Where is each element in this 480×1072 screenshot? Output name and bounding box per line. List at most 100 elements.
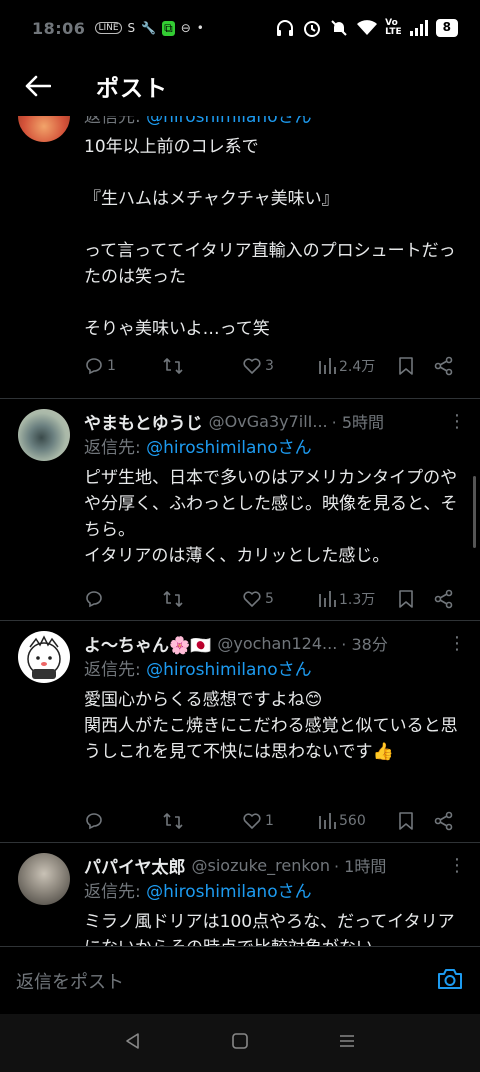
author-name[interactable]: よ〜ちゃん🌸🇯🇵	[84, 631, 211, 656]
reply-tweet[interactable]: やまもとゆうじ @OvGa3y7ilI... · 5時間 ⋮ 返信先: @hir…	[0, 399, 480, 619]
bookmark-icon	[399, 357, 413, 375]
wifi-icon	[357, 20, 378, 35]
views-chart-icon	[319, 358, 336, 374]
like-button[interactable]: 3	[242, 357, 274, 375]
reply-tweet[interactable]: パパイヤ太郎 @siozuke_renkon · 1時間 ⋮ 返信先: @hir…	[0, 843, 480, 946]
tool-notif-icon: 🔧	[141, 21, 157, 35]
views-count: 1.3万	[339, 592, 376, 608]
retweet-button[interactable]	[162, 589, 184, 609]
like-button[interactable]: 5	[242, 590, 274, 608]
retweet-button[interactable]	[162, 356, 184, 376]
sync-icon: ⊖	[180, 21, 191, 35]
reply-icon	[86, 813, 102, 830]
timestamp[interactable]: · 1時間	[334, 853, 386, 877]
retweet-icon	[163, 813, 183, 829]
author-handle[interactable]: @yochan124...	[217, 634, 337, 653]
reply-button[interactable]	[84, 589, 104, 609]
avatar[interactable]	[18, 116, 70, 142]
back-arrow-icon	[25, 75, 51, 97]
like-button[interactable]: 1	[242, 812, 274, 830]
notification-icons: LINE S 🔧 ⧉ ⊖ •	[95, 20, 204, 36]
views-button[interactable]: 2.4万	[318, 356, 375, 376]
timestamp[interactable]: · 38分	[341, 631, 388, 655]
reply-count: 1	[107, 358, 116, 374]
reply-to-link[interactable]: @hiroshimilanoさん	[146, 438, 311, 458]
reply-icon	[86, 591, 102, 608]
views-count: 2.4万	[339, 359, 376, 375]
top-bar: ポスト	[0, 56, 480, 116]
tweet-text: ピザ生地、日本で多いのはアメリカンタイプのやや分厚く、ふわっとした感じ。映像を見…	[84, 468, 458, 566]
bookmark-button[interactable]	[398, 589, 414, 609]
page-title: ポスト	[96, 76, 168, 102]
more-options-icon[interactable]: ⋮	[448, 633, 466, 654]
retweet-icon	[163, 358, 183, 374]
share-button[interactable]	[434, 589, 454, 609]
author-name[interactable]: パパイヤ太郎	[84, 853, 186, 878]
system-icons: Vo LTE 8	[275, 18, 458, 38]
like-count: 1	[265, 813, 274, 829]
nav-home-icon	[232, 1033, 248, 1049]
retweet-button[interactable]	[162, 811, 184, 831]
reply-icon	[86, 358, 102, 375]
system-nav-bar	[0, 1014, 480, 1072]
tweet-actions: 1 3 2.4万	[84, 352, 464, 380]
mute-bell-icon	[331, 20, 347, 36]
volte-icon: Vo LTE	[385, 18, 402, 37]
like-count: 5	[265, 591, 274, 607]
bookmark-button[interactable]	[398, 811, 414, 831]
timestamp[interactable]: · 5時間	[332, 409, 384, 433]
reply-to-line: 返信先: @hiroshimilanoさん	[84, 116, 464, 130]
avatar[interactable]	[18, 853, 70, 905]
nav-back-button[interactable]	[124, 1032, 142, 1054]
reply-to-link[interactable]: @hiroshimilanoさん	[146, 116, 311, 127]
heart-icon	[243, 358, 261, 374]
nav-menu-icon	[339, 1035, 354, 1047]
avatar[interactable]	[18, 409, 70, 461]
reply-tweet[interactable]: よ〜ちゃん🌸🇯🇵 @yochan124... · 38分 ⋮ 返信先: @hir…	[0, 621, 480, 841]
reply-button[interactable]: 1	[84, 356, 116, 376]
tweet-text: 10年以上前のコレ系で 『生ハムはメチャクチャ美味い』 って言っててイタリア直輸…	[84, 137, 456, 339]
camera-button[interactable]	[436, 967, 464, 995]
share-icon	[434, 589, 453, 609]
views-button[interactable]: 1.3万	[318, 589, 375, 609]
back-button[interactable]	[18, 66, 58, 106]
replies-feed[interactable]: 返信先: @hiroshimilanoさん 10年以上前のコレ系で 『生ハムはメ…	[0, 116, 480, 946]
reply-composer[interactable]: 返信をポスト	[0, 946, 480, 1014]
reply-to-line: 返信先: @hiroshimilanoさん	[84, 882, 312, 902]
views-chart-icon	[319, 813, 336, 829]
share-icon	[434, 811, 453, 831]
more-options-icon[interactable]: ⋮	[448, 411, 466, 432]
author-handle[interactable]: @siozuke_renkon	[192, 856, 330, 875]
reply-tweet[interactable]: 返信先: @hiroshimilanoさん 10年以上前のコレ系で 『生ハムはメ…	[0, 116, 480, 392]
nav-home-button[interactable]	[231, 1032, 249, 1054]
alarm-icon	[304, 21, 321, 37]
more-options-icon[interactable]: ⋮	[448, 855, 466, 876]
author-name[interactable]: やまもとゆうじ	[84, 409, 203, 434]
reply-to-link[interactable]: @hiroshimilanoさん	[146, 660, 311, 680]
character-avatar-icon	[27, 635, 61, 679]
app-badge-icon: ⧉	[162, 20, 175, 36]
avatar[interactable]	[18, 631, 70, 683]
reply-input[interactable]: 返信をポスト	[16, 968, 124, 994]
share-button[interactable]	[434, 811, 454, 831]
nav-back-icon	[126, 1033, 140, 1049]
headphones-icon	[277, 20, 294, 36]
clock: 18:06	[32, 18, 86, 38]
tweet-actions: 5 1.3万	[84, 585, 464, 613]
reply-to-link[interactable]: @hiroshimilanoさん	[146, 882, 311, 902]
line-app-icon: LINE	[95, 22, 122, 34]
reply-button[interactable]	[84, 811, 104, 831]
heart-icon	[243, 591, 261, 607]
bookmark-button[interactable]	[398, 356, 414, 376]
signal-icon	[409, 20, 428, 36]
retweet-icon	[163, 591, 183, 607]
views-button[interactable]: 560	[318, 812, 366, 830]
app-notif-icon: S	[127, 21, 136, 35]
tweet-actions: 1 560	[84, 807, 464, 835]
author-handle[interactable]: @OvGa3y7ilI...	[209, 412, 328, 431]
camera-icon	[438, 968, 462, 989]
nav-recents-button[interactable]	[338, 1032, 356, 1054]
share-button[interactable]	[434, 356, 454, 376]
like-count: 3	[265, 358, 274, 374]
views-chart-icon	[319, 591, 336, 607]
